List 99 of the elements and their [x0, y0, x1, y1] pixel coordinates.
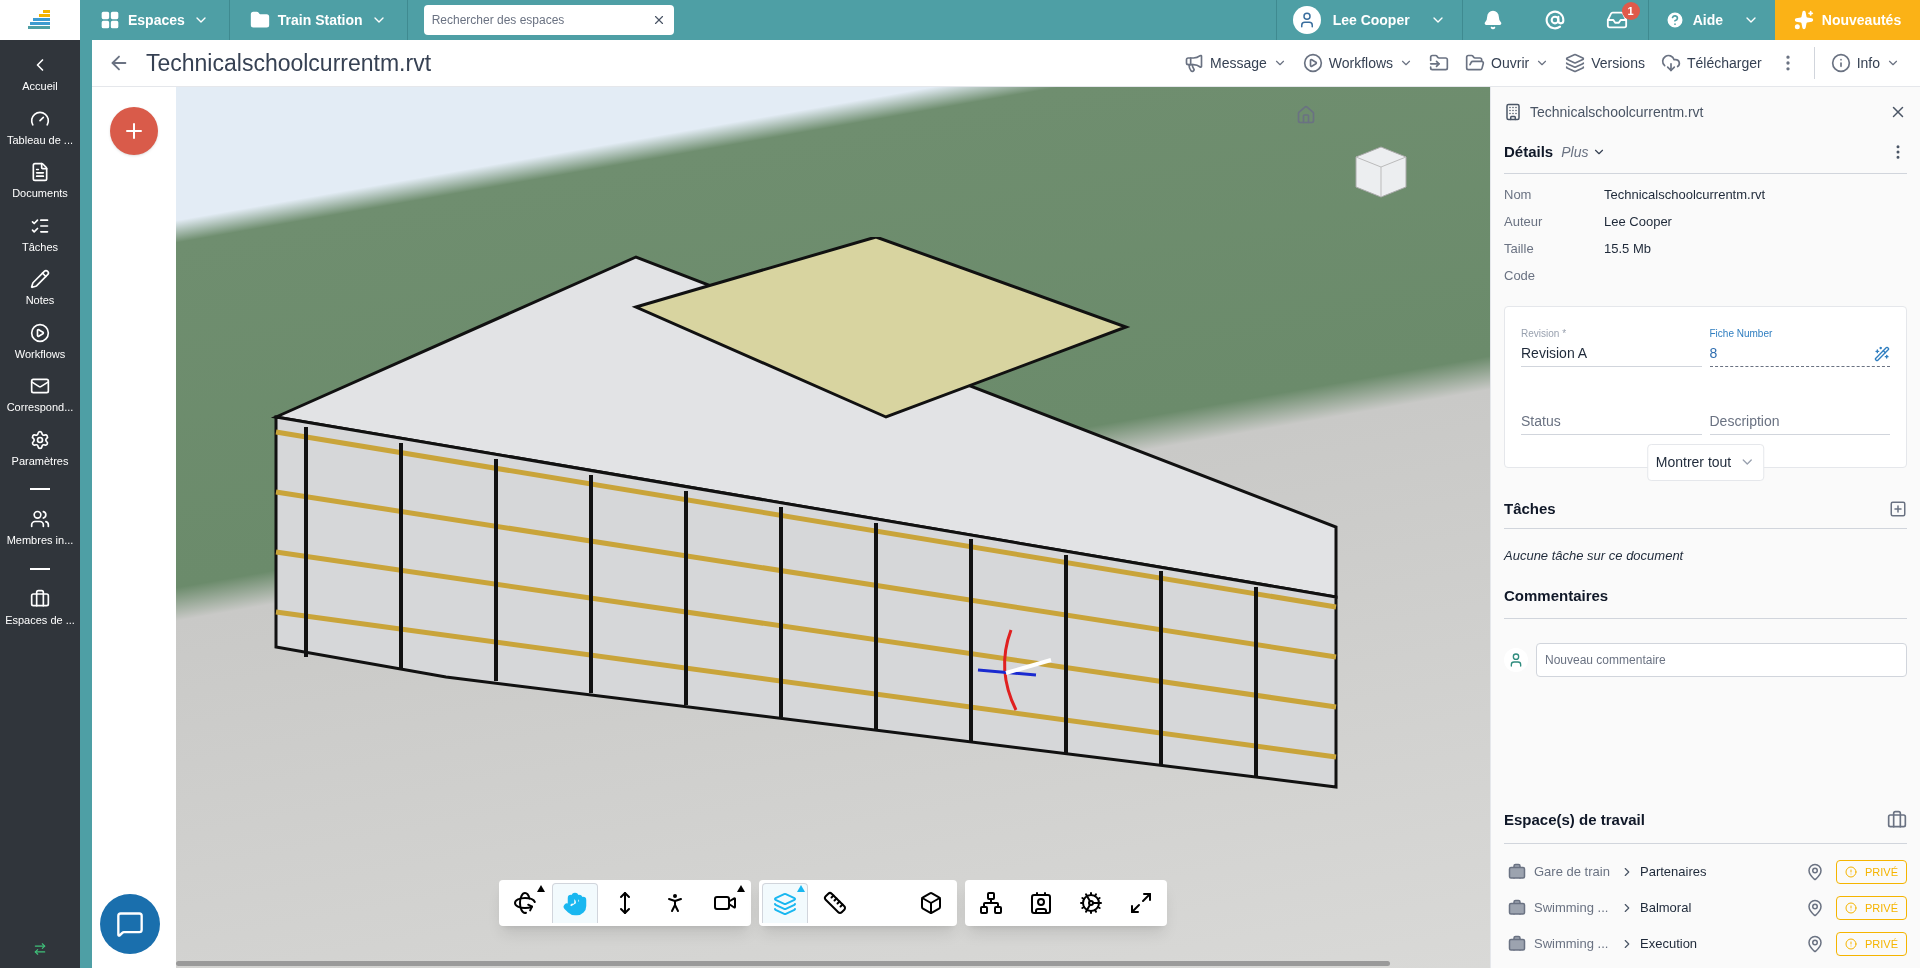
cube-icon	[919, 891, 943, 915]
folder-icon	[249, 10, 270, 30]
at-sign-icon	[1544, 10, 1565, 30]
private-badge: PRIVÉ	[1836, 896, 1907, 920]
property-label: Auteur	[1504, 213, 1544, 232]
briefcase-icon	[1508, 863, 1526, 881]
orbit-icon	[513, 891, 537, 915]
more-details-toggle[interactable]: Plus	[1561, 141, 1607, 163]
property-label: Code	[1504, 267, 1537, 286]
sidebar-item[interactable]: Membres in...	[0, 502, 80, 556]
chat-icon	[116, 910, 144, 938]
megaphone-icon	[1184, 53, 1204, 73]
hand-icon	[563, 891, 587, 916]
form-field[interactable]: Description	[1709, 408, 1890, 435]
avatar-icon	[1504, 647, 1528, 672]
scrollbar[interactable]	[176, 961, 1390, 966]
info-icon	[1830, 53, 1851, 73]
pencil-icon	[30, 269, 50, 289]
folder-icon	[1465, 53, 1486, 73]
sidebar-item[interactable]: Documents	[0, 155, 80, 209]
hierarchy-icon	[979, 891, 1003, 915]
sidebar-item[interactable]: Tableau de ...	[0, 101, 80, 155]
bell-icon	[1483, 10, 1504, 30]
play-circle-icon	[30, 322, 50, 343]
sidebar-item[interactable]: Paramètres	[0, 422, 80, 476]
tasks-heading: Tâches	[1504, 498, 1556, 519]
workspace-name[interactable]: Partenaires	[1640, 862, 1707, 882]
inbox-badge: 1	[1621, 2, 1640, 20]
details-heading: Détails	[1504, 142, 1554, 162]
private-badge: PRIVÉ	[1836, 860, 1907, 884]
play-circle-icon	[1302, 53, 1323, 73]
sidebar-item[interactable]: Workflows	[0, 315, 80, 369]
magic-wand-icon[interactable]	[1874, 345, 1890, 362]
property-label: Nom	[1504, 186, 1533, 205]
workspace-name[interactable]: Execution	[1640, 934, 1698, 954]
sidebar-item[interactable]: Notes	[0, 262, 80, 316]
people-icon	[30, 509, 50, 529]
document-title: Technicalschoolcurrentm.rvt	[146, 48, 432, 78]
property-value: 15.5 Mb	[1604, 240, 1651, 259]
location-pin-icon[interactable]	[1806, 935, 1824, 953]
help-icon	[1664, 10, 1685, 30]
form-field[interactable]: Revision A	[1521, 340, 1702, 367]
briefcase-icon	[1508, 899, 1526, 917]
inbox-icon[interactable]	[1605, 9, 1628, 31]
avatar-icon	[1292, 6, 1321, 34]
sidebar-item[interactable]: Tâches	[0, 208, 80, 262]
sidebar-item[interactable]: Espaces de ...	[0, 581, 80, 635]
form-field[interactable]: 8	[1709, 340, 1890, 367]
property-value: Technicalschoolcurrentm.rvt	[1604, 186, 1766, 205]
action-button[interactable]: Message	[1176, 52, 1295, 74]
location-pin-icon[interactable]	[1806, 899, 1824, 917]
property-label: Taille	[1504, 240, 1535, 259]
settings-icon	[1079, 891, 1103, 915]
panel-title: Technicalschoolcurrentm.rvt	[1530, 102, 1704, 122]
cloud-download-icon	[1660, 53, 1681, 73]
workspace-parent[interactable]: Swimming ...	[1534, 898, 1614, 918]
flyout-marker-icon	[737, 885, 745, 892]
search-field[interactable]: Rechercher des espaces	[423, 5, 674, 35]
workspace-parent[interactable]: Gare de train	[1534, 862, 1614, 882]
action-button[interactable]: Info	[1822, 52, 1908, 74]
property-value: Lee Cooper	[1604, 213, 1672, 232]
add-button[interactable]	[110, 107, 158, 155]
chat-button[interactable]	[100, 894, 160, 954]
workspace-parent[interactable]: Swimming ...	[1534, 934, 1614, 954]
briefcase-icon	[1508, 935, 1526, 953]
action-button[interactable]: Versions	[1557, 52, 1653, 74]
briefcase-icon	[30, 588, 50, 609]
action-button[interactable]: Télécharger	[1652, 52, 1770, 74]
workspaces-heading: Espace(s) de travail	[1504, 809, 1645, 830]
private-badge: PRIVÉ	[1836, 932, 1907, 956]
swap-icon[interactable]	[33, 942, 47, 956]
envelope-icon	[30, 376, 50, 396]
building-icon	[1504, 103, 1522, 121]
comment-input[interactable]: Nouveau commentaire	[1536, 642, 1907, 677]
flyout-marker-icon	[537, 885, 545, 892]
form-field[interactable]: Status	[1521, 408, 1702, 435]
document-icon	[30, 162, 50, 182]
action-button[interactable]: Ouvrir	[1457, 52, 1558, 74]
action-button[interactable]: Workflows	[1294, 52, 1422, 74]
sidebar-item[interactable]: Correspond...	[0, 369, 80, 423]
comments-heading: Commentaires	[1504, 586, 1609, 604]
field-label: Fiche Number	[1709, 326, 1774, 341]
field-label: Revision *	[1521, 326, 1568, 341]
location-pin-icon[interactable]	[1806, 863, 1824, 881]
empty-tasks-message: Aucune tâche sur ce document	[1504, 547, 1685, 565]
show-all-button[interactable]: Montrer tout	[1646, 443, 1765, 481]
flyout-marker-icon	[797, 885, 805, 892]
add-task-icon[interactable]	[1889, 499, 1907, 518]
workspace-name[interactable]: Balmoral	[1640, 898, 1692, 918]
fullscreen-icon	[1129, 891, 1153, 915]
sidebar-item[interactable]: Accueil	[0, 48, 80, 102]
sparkles-icon	[1793, 10, 1814, 30]
section-plane-icon	[773, 891, 797, 916]
grid-icon	[100, 10, 120, 30]
settings-icon	[30, 429, 50, 450]
properties-icon	[1029, 891, 1053, 915]
ruler-icon	[823, 891, 847, 915]
briefcase-icon[interactable]	[1887, 809, 1907, 830]
layers-icon	[1565, 53, 1586, 73]
